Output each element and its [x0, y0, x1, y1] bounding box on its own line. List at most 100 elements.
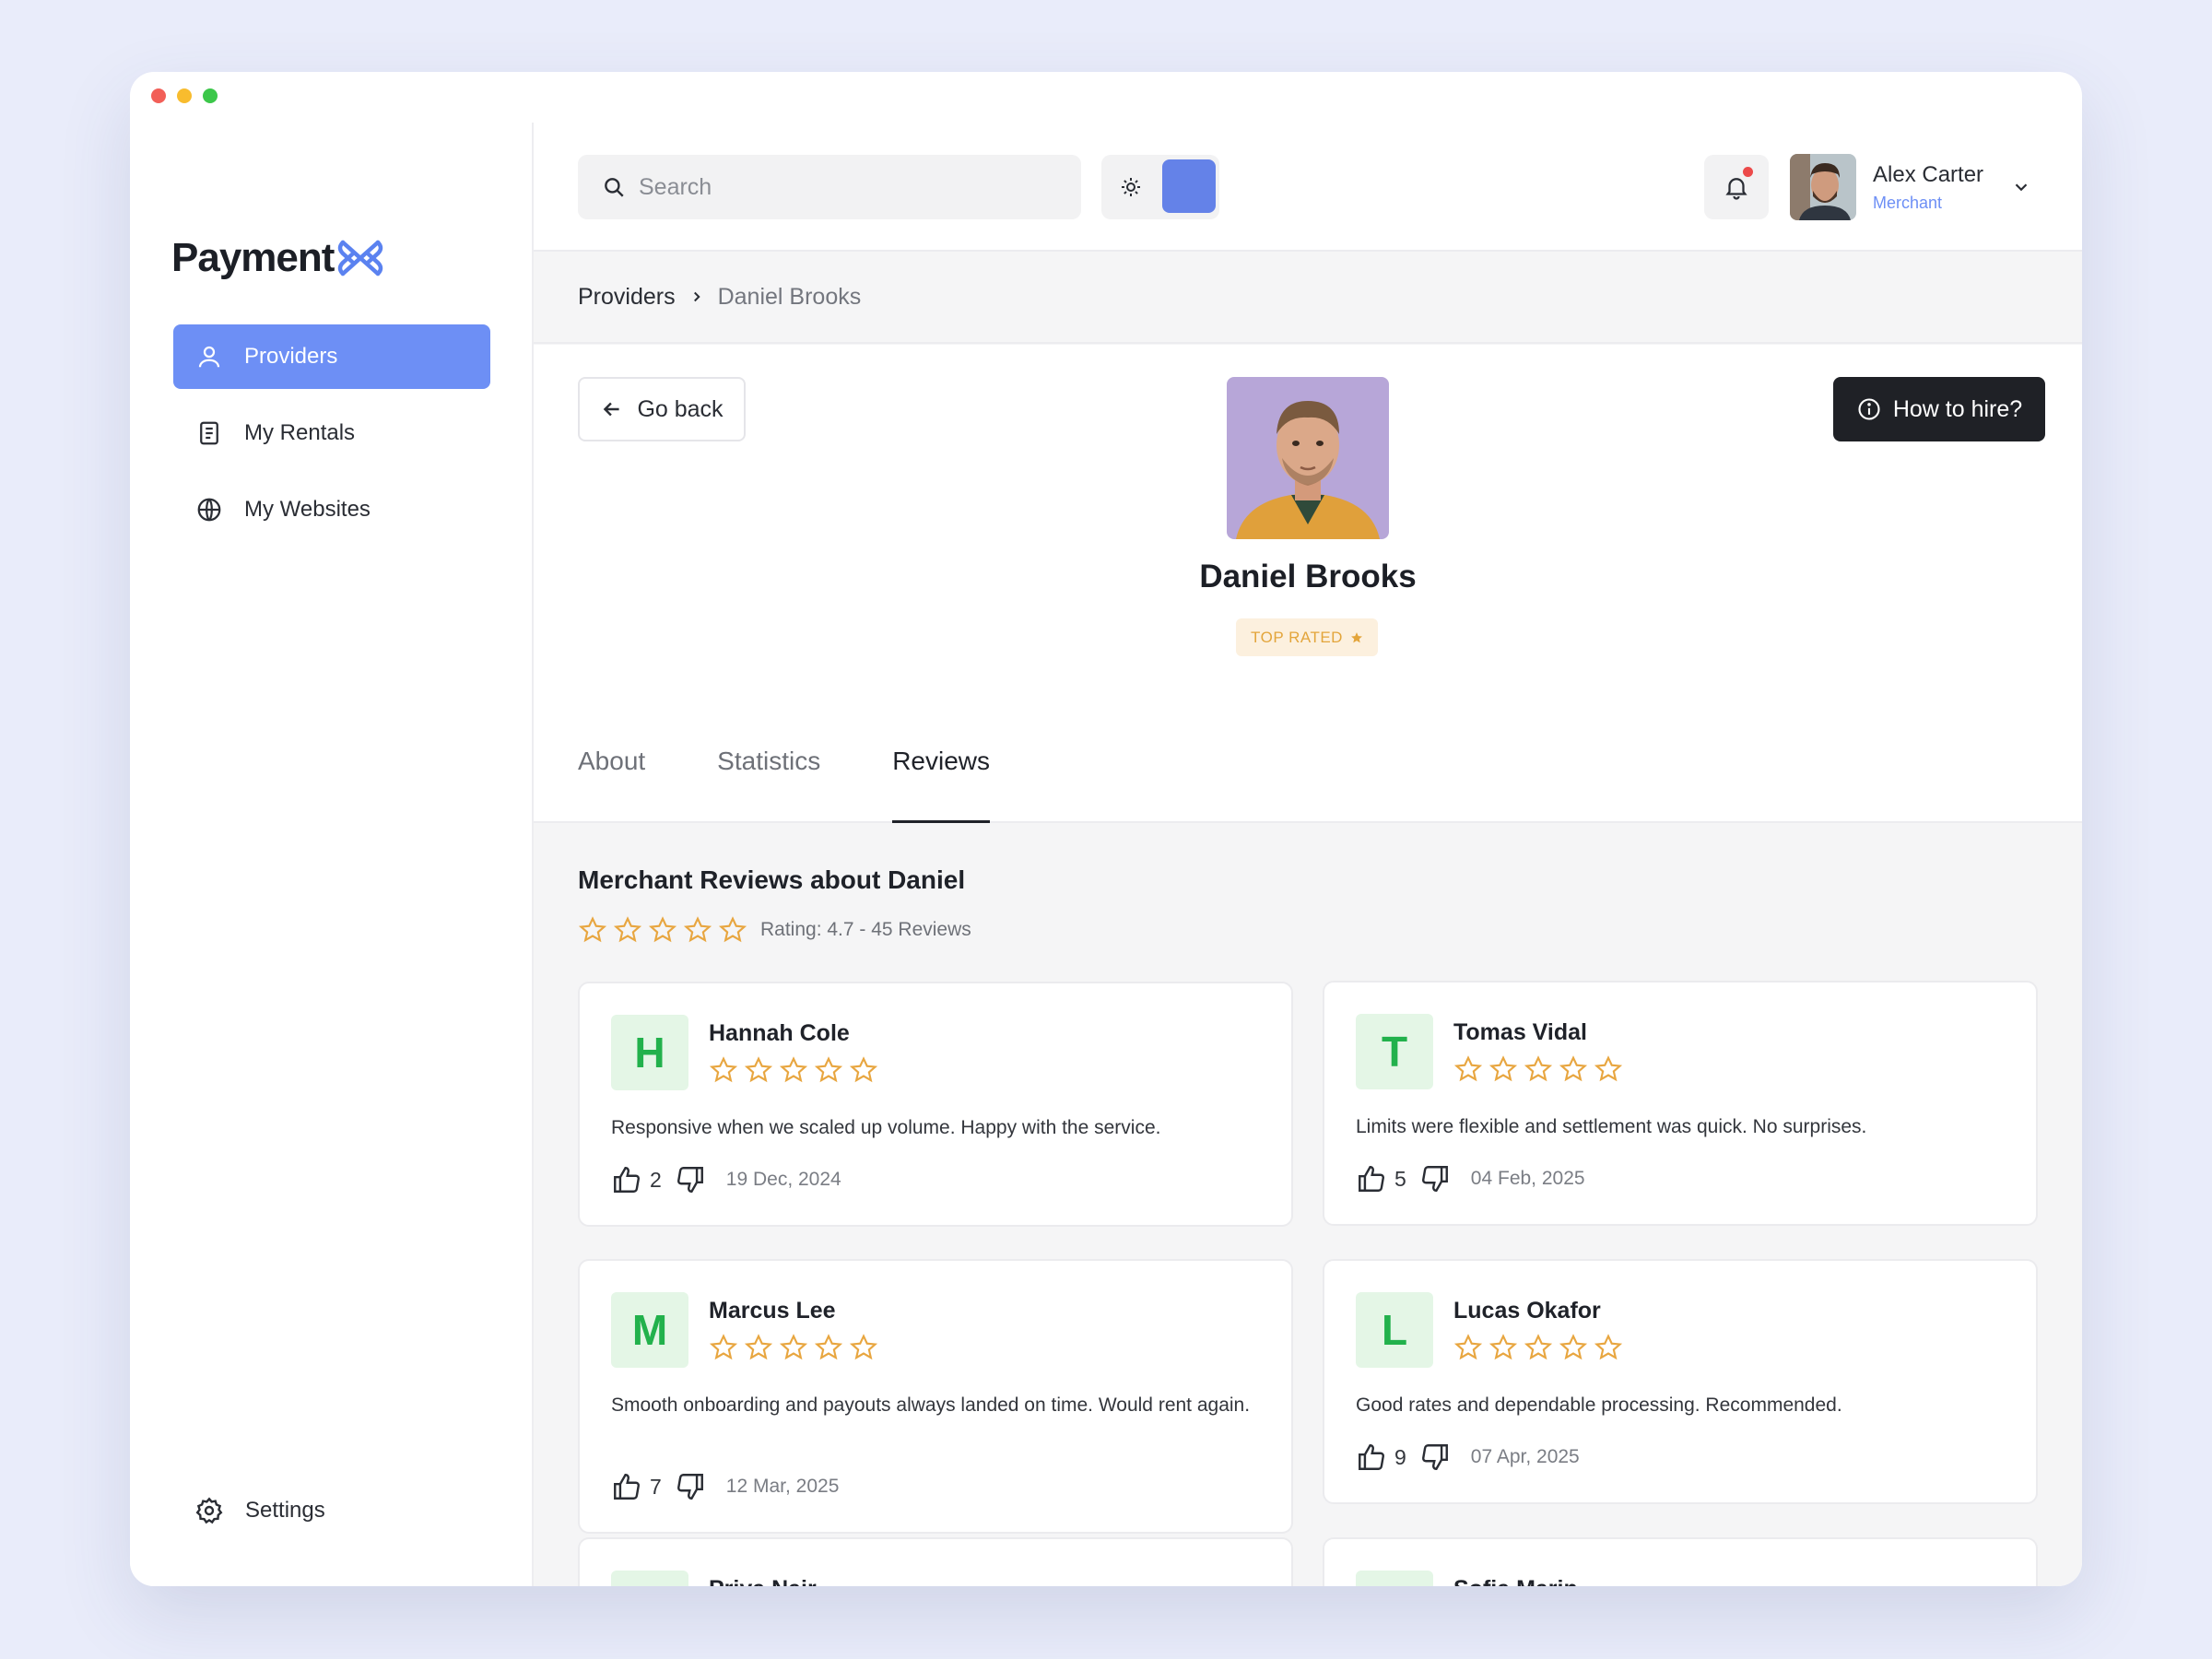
review-text: Good rates and dependable processing. Re… — [1356, 1394, 1842, 1416]
gear-icon — [195, 1497, 223, 1524]
chevron-down-icon — [2015, 183, 2028, 192]
go-back-button[interactable]: Go back — [578, 377, 746, 441]
sidebar-item-label: My Websites — [244, 497, 371, 522]
profile-tabs: About Statistics Reviews — [578, 747, 1062, 823]
breadcrumb-providers[interactable]: Providers — [578, 284, 676, 311]
reviewer-name: Tomas Vidal — [1453, 1019, 1587, 1045]
maximize-window-dot[interactable] — [203, 88, 218, 103]
top-rated-badge: TOP RATED — [1236, 618, 1378, 656]
reviewer-initial: P — [611, 1571, 688, 1586]
sidebar-item-label: Providers — [244, 344, 338, 369]
close-window-dot[interactable] — [151, 88, 166, 103]
star-outline-icon — [718, 916, 747, 943]
thumbs-up-icon[interactable] — [611, 1471, 642, 1502]
star-outline-icon — [814, 1334, 843, 1360]
reviewer-initial: T — [1356, 1014, 1433, 1089]
review-text: Limits were flexible and settlement was … — [1356, 1116, 1867, 1137]
sun-icon — [1122, 178, 1140, 196]
thumbs-up-icon[interactable] — [1356, 1441, 1387, 1473]
star-outline-icon — [709, 1056, 738, 1083]
window-controls — [151, 88, 218, 103]
settings-label: Settings — [245, 1498, 325, 1523]
thumbs-down-icon[interactable] — [1419, 1163, 1451, 1194]
star-icon — [1351, 631, 1362, 642]
how-to-hire-label: How to hire? — [1892, 395, 2023, 422]
reviews-title: Merchant Reviews about Daniel — [578, 865, 966, 894]
reviewer-initial: L — [1356, 1292, 1433, 1368]
sidebar-item-my-rentals[interactable]: My Rentals — [173, 401, 490, 465]
brand-mark-icon — [338, 240, 383, 276]
sidebar: Payment Providers My Rentals My Websites… — [130, 123, 534, 1586]
review-stars — [1453, 1054, 1623, 1084]
notification-dot — [1743, 167, 1753, 177]
reviewer-initial: M — [611, 1292, 688, 1368]
sidebar-item-providers[interactable]: Providers — [173, 324, 490, 389]
tab-statistics[interactable]: Statistics — [717, 747, 820, 823]
review-date: 19 Dec, 2024 — [725, 1169, 841, 1190]
tab-reviews[interactable]: Reviews — [892, 747, 991, 823]
star-outline-icon — [779, 1334, 808, 1360]
overall-rating: Rating: 4.7 - 45 Reviews — [578, 915, 971, 945]
star-outline-icon — [683, 916, 712, 943]
star-outline-icon — [1488, 1055, 1518, 1082]
search-box — [578, 155, 1081, 219]
reviewer-name: Hannah Cole — [709, 1020, 850, 1046]
star-outline-icon — [1559, 1055, 1588, 1082]
breadcrumb-current: Daniel Brooks — [717, 283, 862, 310]
go-back-label: Go back — [637, 395, 724, 422]
star-outline-icon — [1524, 1334, 1553, 1360]
thumbs-down-icon[interactable] — [1419, 1441, 1451, 1473]
main-content: Alex Carter Merchant Providers Daniel Br… — [534, 123, 2082, 1586]
bell-icon — [1725, 178, 1747, 200]
provider-name: Daniel Brooks — [1199, 559, 1417, 594]
thumbs-down-icon[interactable] — [675, 1471, 706, 1502]
star-outline-icon — [744, 1056, 773, 1083]
star-outline-icon — [613, 916, 642, 943]
like-count: 7 — [650, 1474, 662, 1499]
search-icon — [605, 178, 624, 197]
review-footer: 9 07 Apr, 2025 — [1356, 1441, 1580, 1473]
star-outline-icon — [849, 1056, 878, 1083]
top-bar: Alex Carter Merchant — [534, 123, 2082, 252]
star-outline-icon — [779, 1056, 808, 1083]
overall-rating-stars — [578, 915, 747, 945]
thumbs-down-icon[interactable] — [675, 1164, 706, 1195]
review-card: M Marcus Lee Smooth onboarding and payou… — [578, 1259, 1293, 1534]
review-card: T Tomas Vidal Limits were flexible and s… — [1323, 981, 2038, 1226]
star-outline-icon — [709, 1334, 738, 1360]
dark-mode-knob[interactable] — [1162, 159, 1216, 213]
sidebar-item-my-websites[interactable]: My Websites — [173, 477, 490, 542]
avatar — [1790, 154, 1856, 220]
reviewer-name: Marcus Lee — [709, 1298, 836, 1324]
thumbs-up-icon[interactable] — [611, 1164, 642, 1195]
user-name: Alex Carter — [1873, 161, 1984, 187]
theme-toggle[interactable] — [1101, 155, 1219, 219]
star-outline-icon — [814, 1056, 843, 1083]
user-info: Alex Carter Merchant — [1873, 162, 1983, 213]
provider-photo — [1227, 377, 1389, 539]
notifications-button[interactable] — [1704, 155, 1769, 219]
review-card: S Sofia Marin — [1323, 1537, 2038, 1586]
tab-about[interactable]: About — [578, 747, 645, 823]
review-date: 12 Mar, 2025 — [725, 1476, 840, 1497]
thumbs-up-icon[interactable] — [1356, 1163, 1387, 1194]
search-input[interactable] — [639, 173, 1063, 201]
review-date: 07 Apr, 2025 — [1470, 1446, 1580, 1467]
star-outline-icon — [648, 916, 677, 943]
user-role: Merchant — [1873, 193, 1943, 212]
user-menu[interactable]: Alex Carter Merchant — [1790, 154, 2031, 220]
rating-summary: Rating: 4.7 - 45 Reviews — [760, 919, 971, 940]
app-window: Payment Providers My Rentals My Websites… — [130, 72, 2082, 1586]
brand-logo[interactable]: Payment — [171, 235, 385, 281]
star-outline-icon — [744, 1334, 773, 1360]
how-to-hire-button[interactable]: How to hire? — [1833, 377, 2045, 441]
minimize-window-dot[interactable] — [177, 88, 192, 103]
sidebar-item-label: My Rentals — [244, 420, 356, 445]
review-footer: 7 12 Mar, 2025 — [611, 1471, 839, 1502]
star-outline-icon — [1594, 1334, 1623, 1360]
reviewer-initial: H — [611, 1015, 688, 1090]
like-count: 5 — [1394, 1166, 1406, 1191]
document-icon — [200, 421, 218, 445]
review-card: H Hannah Cole Responsive when we scaled … — [578, 982, 1293, 1227]
sidebar-item-settings[interactable]: Settings — [194, 1496, 325, 1525]
